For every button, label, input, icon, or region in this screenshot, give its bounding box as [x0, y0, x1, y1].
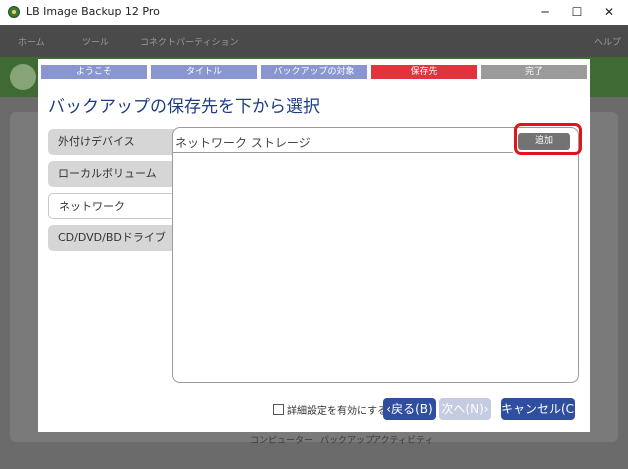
advanced-settings-checkbox[interactable] — [273, 404, 284, 415]
network-storage-header: ネットワーク ストレージ — [175, 136, 311, 150]
background-tab-tools: ツール — [82, 38, 110, 48]
close-button[interactable]: ✕ — [594, 0, 624, 25]
next-button[interactable]: 次へ(N)› — [439, 398, 491, 420]
page-title: バックアップの保存先を下から選択 — [48, 97, 320, 117]
tab-network[interactable]: ネットワーク — [48, 193, 184, 219]
step-finish: 完了 — [481, 65, 587, 79]
step-welcome: ようこそ — [41, 65, 147, 79]
tab-external-device[interactable]: 外付けデバイス — [48, 129, 176, 155]
header-divider — [173, 152, 513, 153]
advanced-settings-label: 詳細設定を有効にする — [287, 406, 388, 417]
backup-wizard-dialog: ようこそ タイトル バックアップの対象 保存先 完了 バックアップの保存先を下か… — [38, 59, 590, 432]
maximize-button[interactable]: ☐ — [562, 0, 592, 25]
title-bar: LB Image Backup 12 Pro ─ ☐ ✕ — [0, 0, 628, 25]
step-backup-target: バックアップの対象 — [261, 65, 367, 79]
background-tab-home: ホーム — [18, 38, 45, 48]
background-tab-help: ヘルプ — [594, 38, 622, 48]
background-tab-connect: コネクトパーティション — [140, 38, 239, 48]
background-bottom-tab-activity: アクティビティ — [372, 436, 434, 446]
tab-optical-drive[interactable]: CD/DVD/BDドライブ — [48, 225, 176, 251]
background-bottom-tab-computer: コンピューター — [250, 436, 314, 446]
step-title: タイトル — [151, 65, 257, 79]
window-title: LB Image Backup 12 Pro — [26, 5, 160, 18]
back-button[interactable]: ‹戻る(B) — [383, 398, 436, 420]
background-logo — [10, 64, 36, 90]
minimize-button[interactable]: ─ — [530, 0, 560, 25]
add-button-highlight — [514, 123, 582, 155]
tab-local-volume[interactable]: ローカルボリューム — [48, 161, 176, 187]
network-storage-panel: ネットワーク ストレージ 追加 — [172, 127, 579, 383]
cancel-button[interactable]: キャンセル(C) — [501, 398, 579, 420]
background-bottom-tab-backup: バックアップ — [320, 436, 375, 446]
step-destination: 保存先 — [371, 65, 477, 79]
app-icon — [8, 6, 20, 18]
